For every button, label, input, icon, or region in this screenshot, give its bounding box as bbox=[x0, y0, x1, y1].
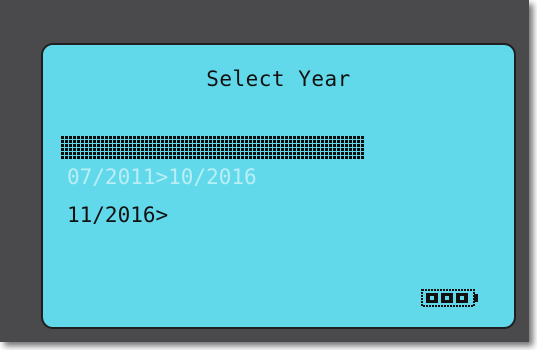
battery-full-icon bbox=[421, 289, 478, 307]
menu-item-label-selected[interactable]: 07/2011>10/2016 bbox=[67, 165, 257, 189]
device-bezel: Select Year 07/2011>10/2016 11/2016> bbox=[0, 0, 529, 342]
lcd-screen: Select Year 07/2011>10/2016 11/2016> bbox=[41, 43, 516, 329]
selection-highlight-bar bbox=[61, 135, 365, 159]
screen-title: Select Year bbox=[206, 67, 351, 91]
menu-item[interactable]: 11/2016> bbox=[67, 203, 168, 227]
menu-item-selected[interactable] bbox=[61, 135, 365, 161]
